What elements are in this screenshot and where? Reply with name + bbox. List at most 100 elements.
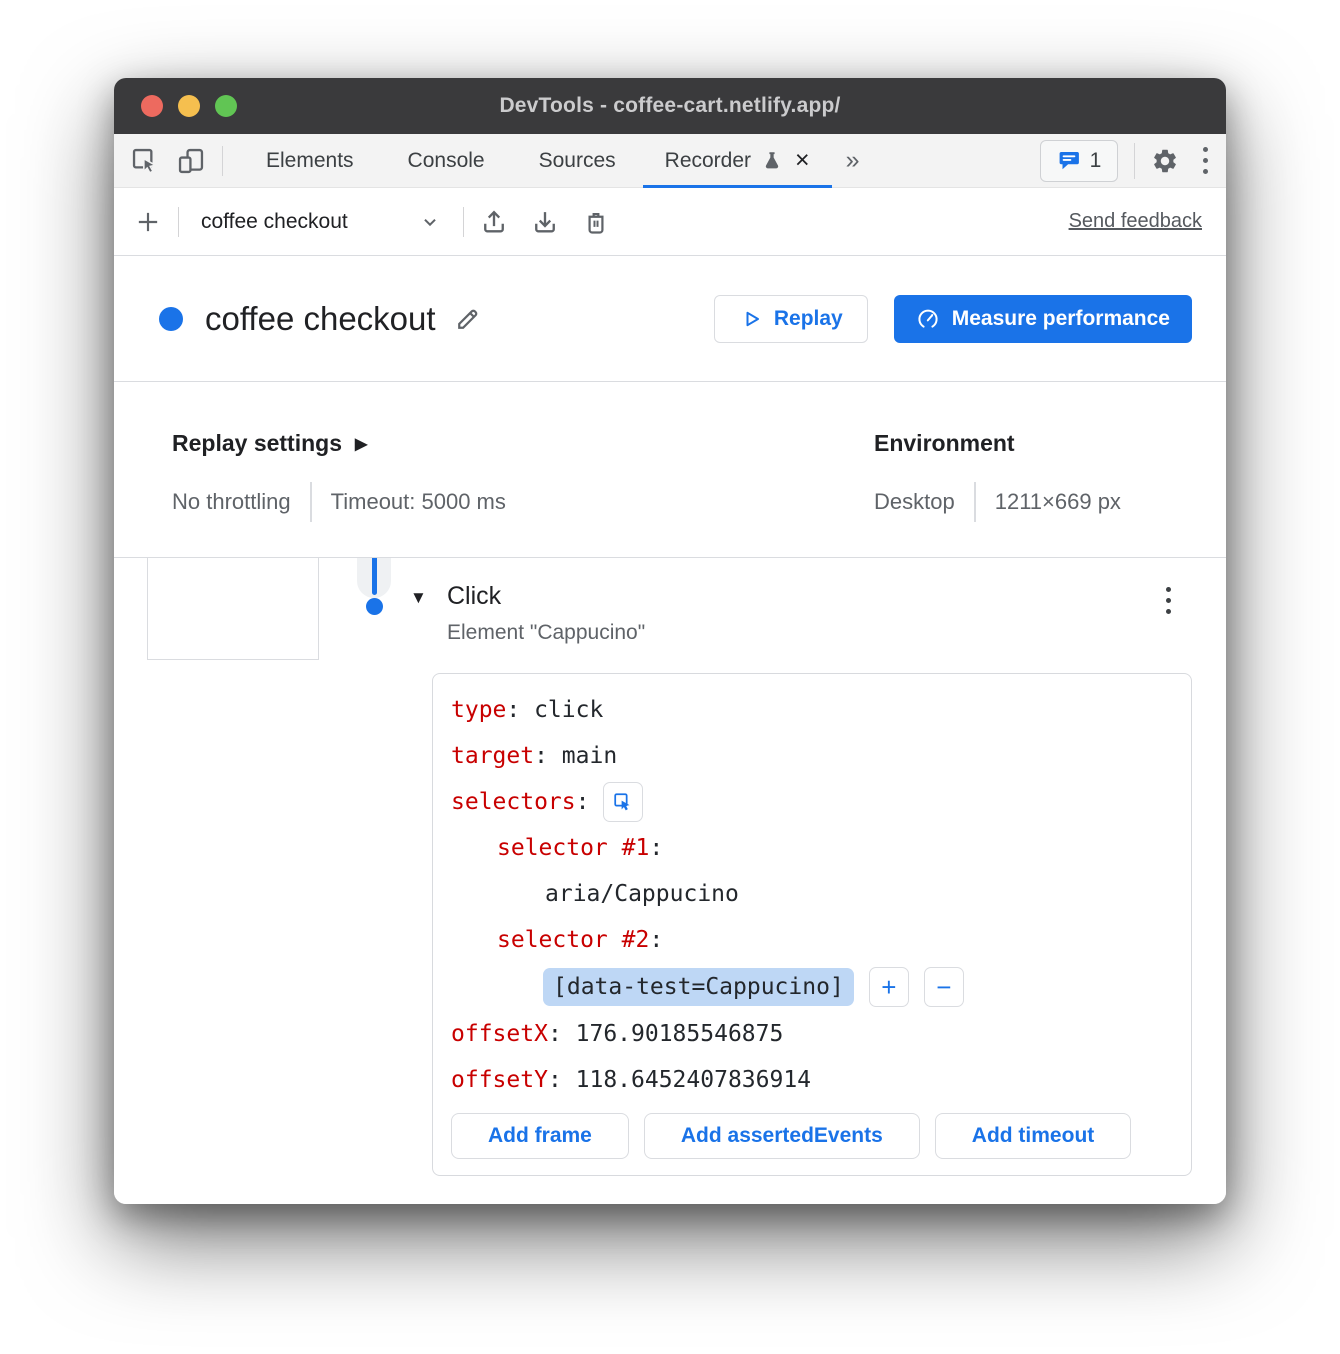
zoom-window-button[interactable] <box>215 95 237 117</box>
more-tabs-icon[interactable]: » <box>846 146 861 175</box>
replay-button-label: Replay <box>774 307 843 331</box>
code-line-target: target: main <box>451 733 1173 779</box>
recording-actions <box>480 208 610 236</box>
kebab-dot <box>1166 587 1171 592</box>
minimize-window-button[interactable] <box>178 95 200 117</box>
environment-label: Environment <box>874 430 1015 457</box>
code-line-offsety: offsetY: 118.6452407836914 <box>451 1057 1173 1103</box>
add-timeout-button[interactable]: Add timeout <box>935 1113 1131 1159</box>
divider <box>463 207 464 237</box>
close-window-button[interactable] <box>141 95 163 117</box>
send-feedback-link[interactable]: Send feedback <box>1069 210 1202 233</box>
devtools-tabbar: Elements Console Sources Recorder × » 1 <box>114 134 1226 188</box>
code-line-type: type: click <box>451 687 1173 733</box>
export-recording-button[interactable] <box>480 208 508 236</box>
select-element-icon <box>612 791 634 813</box>
environment-values: Desktop 1211×669 px <box>874 482 1121 522</box>
tabbar-right-controls: 1 <box>1040 140 1208 182</box>
throttling-value: No throttling <box>172 489 291 515</box>
kebab-dot <box>1166 609 1171 614</box>
kebab-dot <box>1203 158 1208 163</box>
delete-recording-button[interactable] <box>582 208 610 236</box>
code-line-selector1: selector #1: <box>451 825 1173 871</box>
selected-selector-text[interactable]: [data-test=Cappucino] <box>543 968 854 1006</box>
step-screenshot-thumbnail <box>147 558 319 660</box>
step-subtitle: Element "Cappucino" <box>447 621 645 645</box>
recorder-toolbar: coffee checkout <box>114 188 1226 256</box>
pick-selector-button[interactable] <box>603 782 643 822</box>
device-toolbar-icon <box>176 146 206 176</box>
collapse-step-button[interactable]: ▼ <box>410 588 427 608</box>
upload-icon <box>480 208 508 236</box>
replay-button[interactable]: Replay <box>714 295 868 343</box>
plus-icon <box>134 208 162 236</box>
trash-icon <box>582 208 610 236</box>
divider <box>974 482 976 522</box>
code-line-selector2-value: [data-test=Cappucino] + − <box>451 963 1173 1011</box>
device-toolbar-button[interactable] <box>176 146 206 176</box>
replay-settings-header[interactable]: Replay settings ▶ <box>172 430 506 457</box>
code-line-selector2: selector #2: <box>451 917 1173 963</box>
settings-button[interactable] <box>1151 147 1179 175</box>
kebab-dot <box>1166 598 1171 603</box>
tab-recorder[interactable]: Recorder × <box>643 134 832 188</box>
timeline-step-dot[interactable] <box>366 598 383 615</box>
timeout-value: Timeout: 5000 ms <box>331 489 506 515</box>
pencil-icon <box>454 305 482 333</box>
tab-console[interactable]: Console <box>381 134 512 188</box>
timeline-line <box>372 558 377 595</box>
viewport-value: 1211×669 px <box>995 489 1121 515</box>
recording-select[interactable]: coffee checkout <box>195 210 447 234</box>
step-menu-button[interactable] <box>1166 584 1171 617</box>
remove-selector-button[interactable]: − <box>924 967 964 1007</box>
issues-button[interactable]: 1 <box>1040 140 1118 182</box>
add-selector-button[interactable]: + <box>869 967 909 1007</box>
window-title: DevTools - coffee-cart.netlify.app/ <box>499 94 840 118</box>
play-icon <box>739 307 763 331</box>
measure-button-label: Measure performance <box>952 307 1170 331</box>
recording-select-value: coffee checkout <box>201 210 348 234</box>
steps-area: ▼ Click Element "Cappucino" type: click … <box>114 558 1226 1204</box>
recording-header: coffee checkout Replay Measure perfo <box>114 256 1226 382</box>
environment-block: Environment Desktop 1211×669 px <box>874 430 1121 522</box>
step-title[interactable]: Click <box>447 582 501 611</box>
step-action-buttons: Add frame Add assertedEvents Add timeout <box>451 1113 1173 1159</box>
gear-icon <box>1151 147 1179 175</box>
edit-title-button[interactable] <box>454 305 482 333</box>
add-frame-button[interactable]: Add frame <box>451 1113 629 1159</box>
traffic-lights <box>141 78 237 134</box>
titlebar: DevTools - coffee-cart.netlify.app/ <box>114 78 1226 134</box>
inspect-icon <box>130 146 160 176</box>
divider <box>222 146 223 176</box>
kebab-dot <box>1203 169 1208 174</box>
tab-elements[interactable]: Elements <box>239 134 381 188</box>
settings-section: Replay settings ▶ No throttling Timeout:… <box>114 382 1226 558</box>
experiment-flask-icon <box>761 150 783 172</box>
replay-settings-label: Replay settings <box>172 430 342 457</box>
tab-sources[interactable]: Sources <box>512 134 643 188</box>
divider <box>178 207 179 237</box>
chat-bubble-icon <box>1057 149 1081 173</box>
expand-arrow-icon: ▶ <box>355 434 367 454</box>
kebab-dot <box>1203 147 1208 152</box>
add-asserted-events-button[interactable]: Add assertedEvents <box>644 1113 920 1159</box>
download-icon <box>531 208 559 236</box>
replay-settings-values: No throttling Timeout: 5000 ms <box>172 482 506 522</box>
code-line-selector1-value[interactable]: aria/Cappucino <box>451 871 1173 917</box>
tab-recorder-label: Recorder <box>665 149 751 173</box>
divider <box>1134 143 1135 179</box>
code-line-offsetx: offsetX: 176.90185546875 <box>451 1011 1173 1057</box>
add-recording-button[interactable] <box>134 208 162 236</box>
header-buttons: Replay Measure performance <box>714 295 1192 343</box>
record-dot-icon <box>159 307 183 331</box>
chevron-down-icon <box>419 211 441 233</box>
close-tab-icon[interactable]: × <box>795 148 810 173</box>
devtools-menu-button[interactable] <box>1203 144 1208 177</box>
measure-performance-button[interactable]: Measure performance <box>894 295 1192 343</box>
gauge-icon <box>916 307 940 331</box>
code-line-selectors: selectors: <box>451 779 1173 825</box>
inspect-element-button[interactable] <box>130 146 160 176</box>
environment-header: Environment <box>874 430 1121 457</box>
divider <box>310 482 312 522</box>
import-recording-button[interactable] <box>531 208 559 236</box>
